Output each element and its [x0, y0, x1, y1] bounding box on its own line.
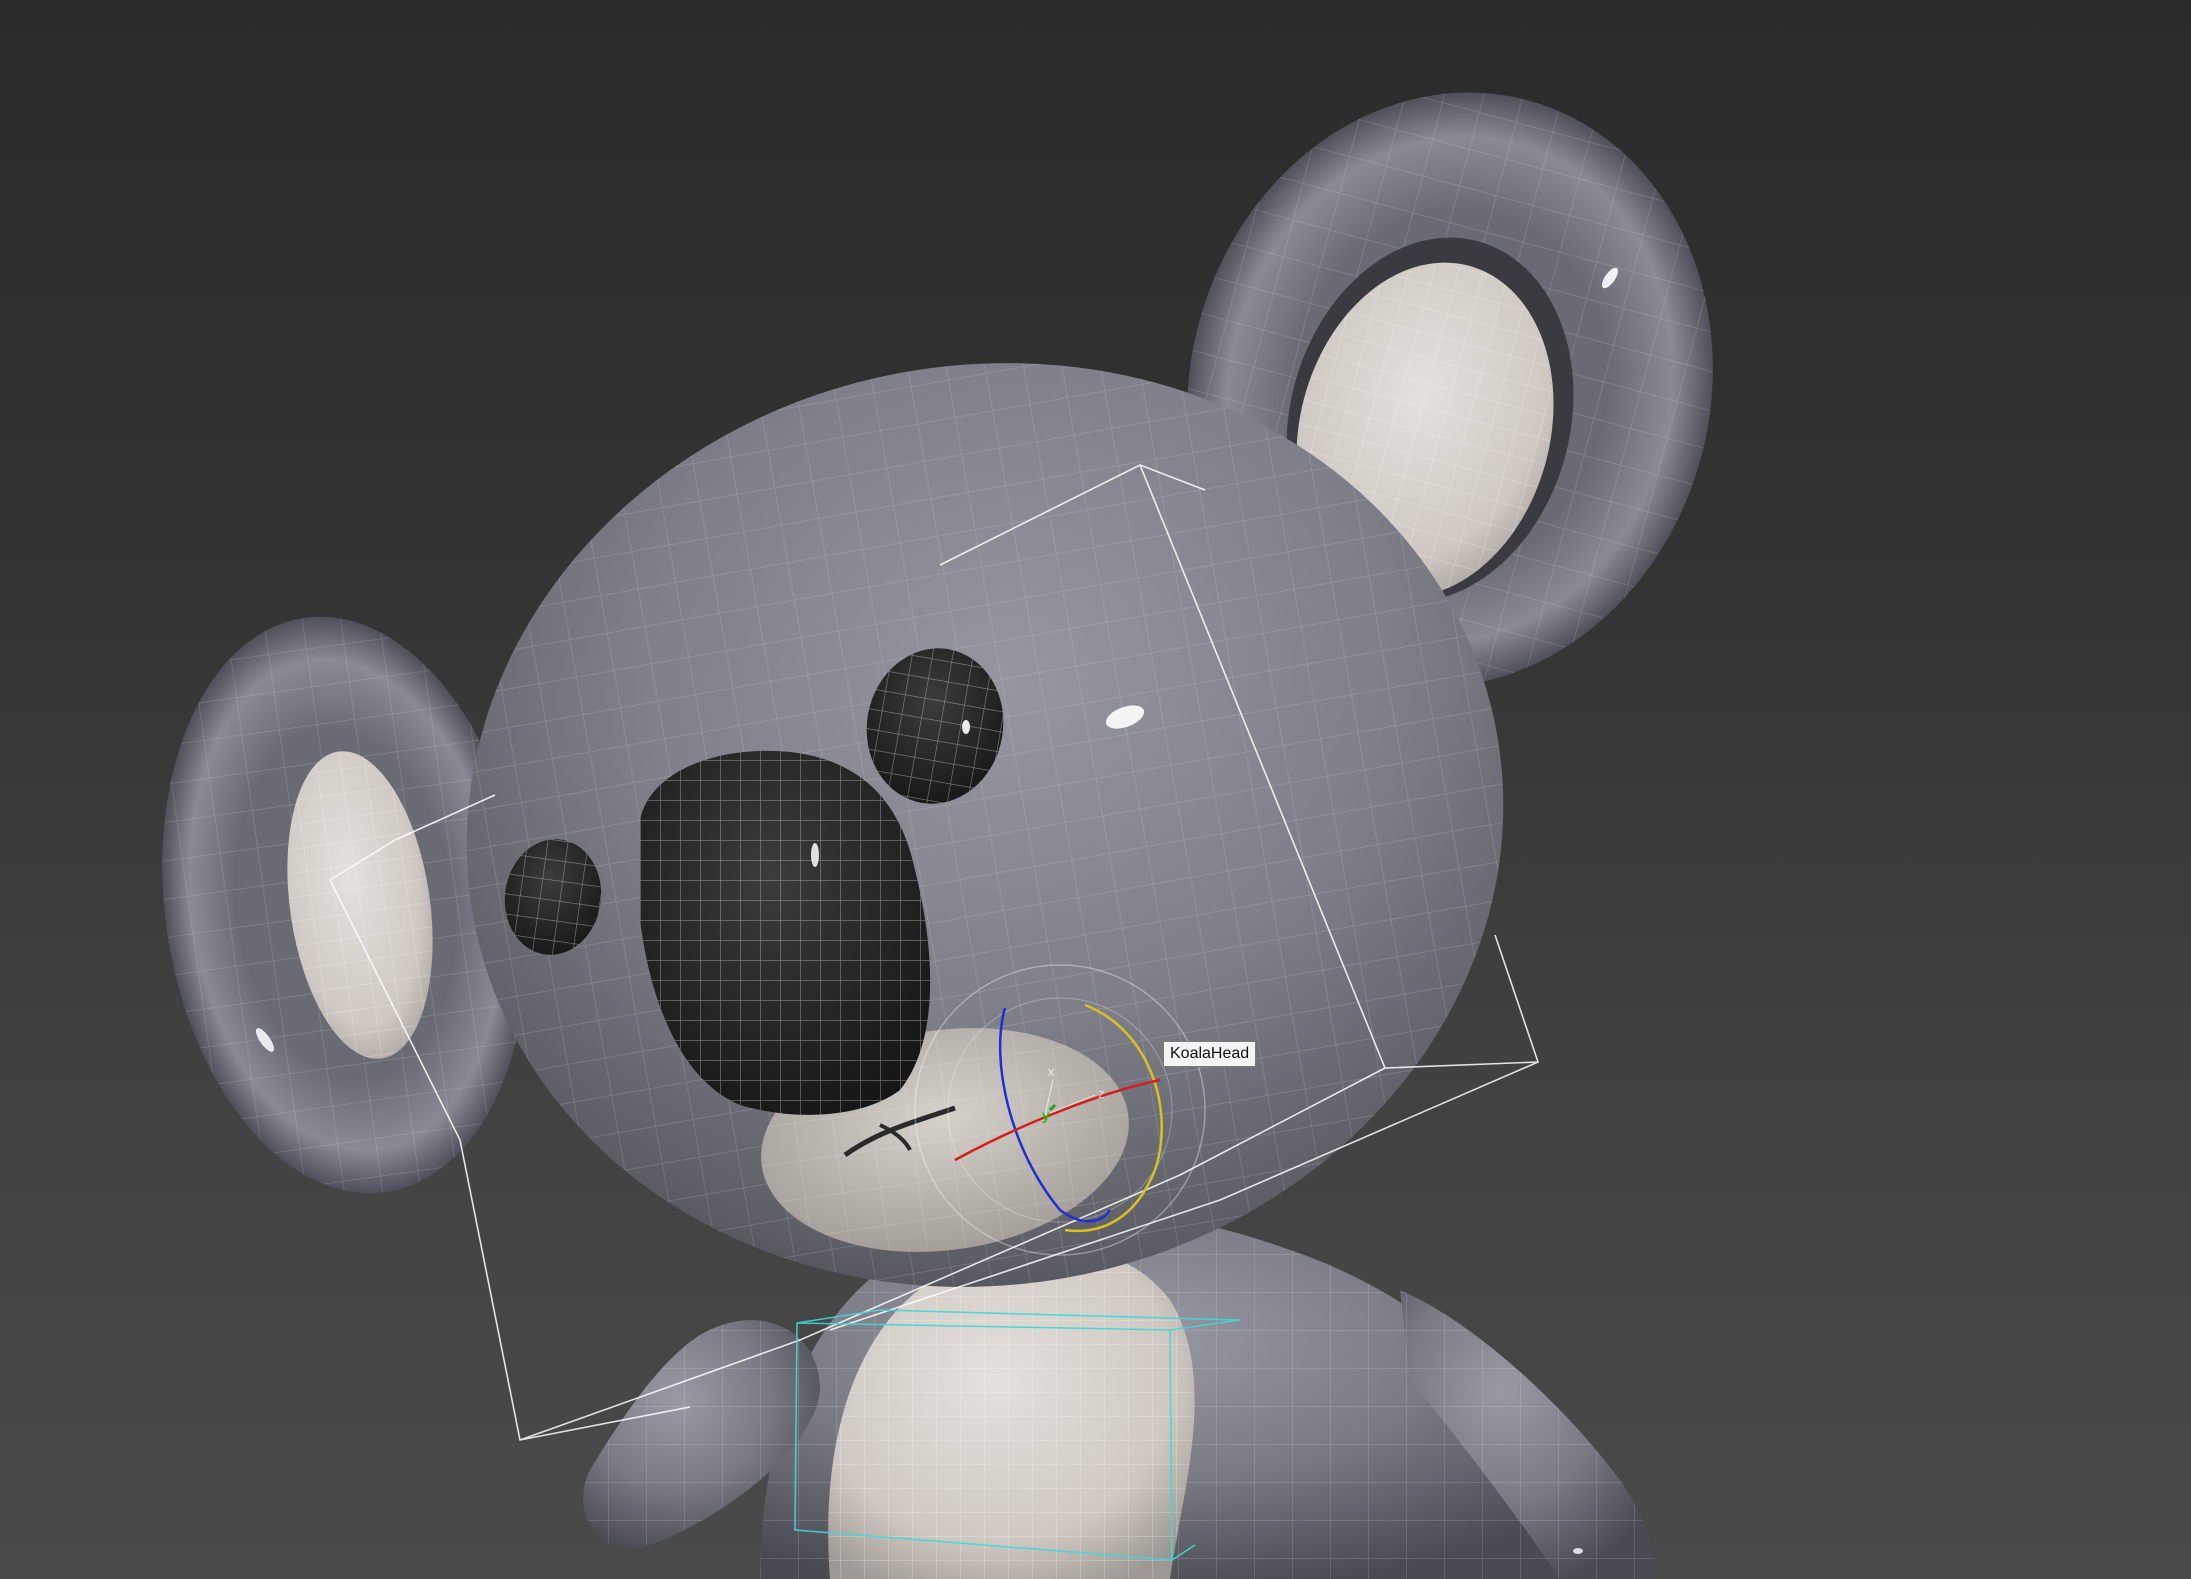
- 3d-viewport[interactable]: x y z KoalaHead: [0, 0, 2191, 1579]
- gizmo-axis-y-label: y: [1042, 1107, 1050, 1123]
- viewport-scene[interactable]: x y z: [0, 0, 2191, 1579]
- gizmo-axis-x-label: x: [1048, 1064, 1055, 1079]
- gizmo-axis-z-label: z: [1098, 1086, 1105, 1101]
- object-name-tooltip: KoalaHead: [1163, 1041, 1257, 1067]
- koala-body[interactable]: [583, 1212, 1656, 1579]
